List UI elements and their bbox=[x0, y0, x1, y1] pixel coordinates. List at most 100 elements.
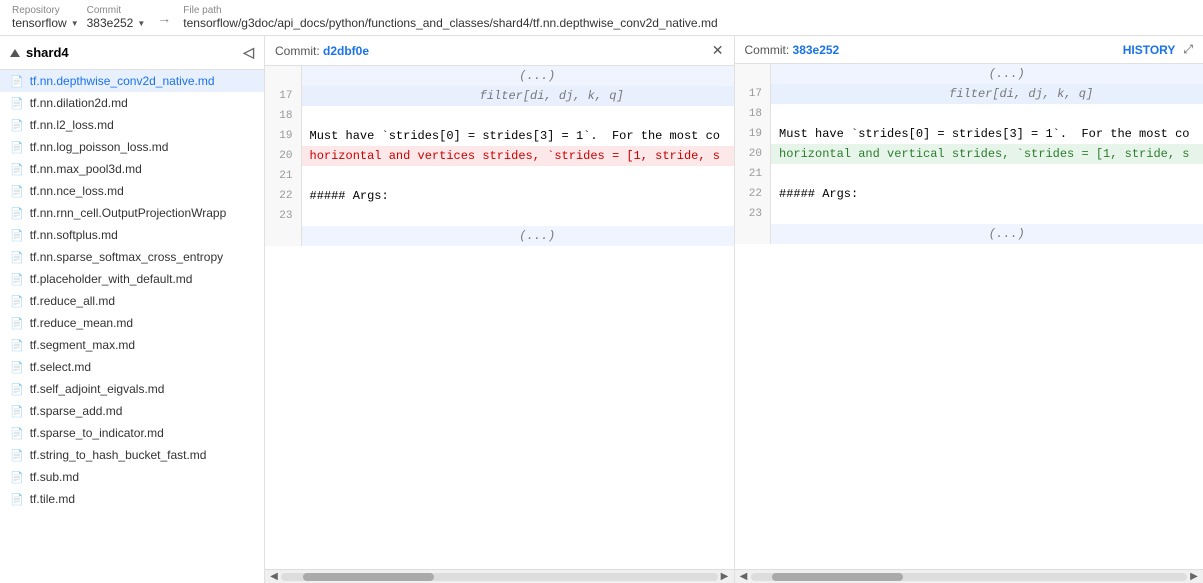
table-row: 17 filter[di, dj, k, q] bbox=[265, 86, 734, 106]
line-content: Must have `strides[0] = strides[3] = 1`.… bbox=[771, 124, 1203, 144]
right-diff-panel: Commit: 383e252 HISTORY ⤢ (...)17 filter… bbox=[735, 36, 1203, 583]
line-content bbox=[771, 204, 1203, 224]
breadcrumb-arrow: → bbox=[157, 10, 171, 26]
file-icon: 📄 bbox=[10, 141, 24, 154]
sidebar-item[interactable]: 📄tf.sub.md bbox=[0, 466, 264, 488]
sidebar-item-label: tf.nn.rnn_cell.OutputProjectionWrapp bbox=[30, 206, 227, 220]
right-code-table: (...)17 filter[di, dj, k, q]1819Must hav… bbox=[735, 64, 1203, 244]
sidebar-item-label: tf.nn.log_poisson_loss.md bbox=[30, 140, 169, 154]
sidebar-item-label: tf.nn.dilation2d.md bbox=[30, 96, 128, 110]
sidebar-item[interactable]: 📄tf.nn.dilation2d.md bbox=[0, 92, 264, 114]
line-number: 19 bbox=[265, 126, 301, 146]
sidebar-item[interactable]: 📄tf.reduce_all.md bbox=[0, 290, 264, 312]
line-number: 17 bbox=[265, 86, 301, 106]
left-scroll-left-arrow[interactable]: ◀ bbox=[267, 570, 281, 583]
line-content: (...) bbox=[301, 66, 734, 86]
line-number: 20 bbox=[265, 146, 301, 166]
sidebar-item[interactable]: 📄 tf.segment_max.md bbox=[0, 334, 264, 356]
line-number bbox=[265, 66, 301, 86]
table-row: (...) bbox=[265, 226, 734, 246]
file-icon: 📄 bbox=[10, 339, 24, 352]
file-icon: 📄 bbox=[10, 317, 24, 330]
line-number: 23 bbox=[265, 206, 301, 226]
line-content: (...) bbox=[771, 224, 1203, 244]
sidebar-item[interactable]: 📄tf.sparse_to_indicator.md bbox=[0, 422, 264, 444]
sidebar-item[interactable]: 📄tf.placeholder_with_default.md bbox=[0, 268, 264, 290]
sidebar-item[interactable]: 📄tf.string_to_hash_bucket_fast.md bbox=[0, 444, 264, 466]
sidebar-item-label: tf.nn.sparse_softmax_cross_entropy bbox=[30, 250, 223, 264]
right-scroll-right-arrow[interactable]: ▶ bbox=[1187, 570, 1201, 583]
sidebar-item[interactable]: 📄tf.select.md bbox=[0, 356, 264, 378]
file-icon: 📄 bbox=[10, 383, 24, 396]
sidebar-item[interactable]: 📄tf.nn.depthwise_conv2d_native.md bbox=[0, 70, 264, 92]
sidebar-item-label: tf.nn.softplus.md bbox=[30, 228, 118, 242]
table-row: 23 bbox=[265, 206, 734, 226]
sidebar-item[interactable]: 📄 tf.nn.softplus.md bbox=[0, 224, 264, 246]
sidebar-item[interactable]: 📄tf.tile.md bbox=[0, 488, 264, 510]
sidebar-item[interactable]: 📄 tf.nn.log_poisson_loss.md bbox=[0, 136, 264, 158]
up-arrow-icon bbox=[10, 49, 20, 57]
line-number: 22 bbox=[735, 184, 771, 204]
sidebar-item-label: tf.nn.max_pool3d.md bbox=[30, 162, 142, 176]
right-scroll-left-arrow[interactable]: ◀ bbox=[737, 570, 751, 583]
table-row: (...) bbox=[735, 224, 1203, 244]
table-row: 18 bbox=[735, 104, 1203, 124]
table-row: (...) bbox=[265, 66, 734, 86]
table-row: 21 bbox=[265, 166, 734, 186]
history-button[interactable]: HISTORY bbox=[1123, 43, 1176, 57]
file-icon: 📄 bbox=[10, 361, 24, 374]
file-icon: 📄 bbox=[10, 229, 24, 242]
sidebar-item[interactable]: 📄tf.nn.rnn_cell.OutputProjectionWrapp bbox=[0, 202, 264, 224]
table-row: 20horizontal and vertical strides, `stri… bbox=[735, 144, 1203, 164]
commit-value-container[interactable]: 383e252 ▼ bbox=[87, 16, 146, 30]
left-code-content[interactable]: (...)17 filter[di, dj, k, q]1819Must hav… bbox=[265, 66, 734, 569]
sidebar-item-label: tf.sparse_to_indicator.md bbox=[30, 426, 164, 440]
breadcrumb-bar: Repository tensorflow ▼ Commit 383e252 ▼… bbox=[0, 0, 1203, 36]
left-diff-panel: Commit: d2dbf0e ✕ (...)17 filter[di, dj,… bbox=[265, 36, 735, 583]
right-commit-hash: 383e252 bbox=[793, 43, 840, 57]
sidebar-item-label: tf.reduce_all.md bbox=[30, 294, 115, 308]
expand-icon[interactable]: ⤢ bbox=[1183, 42, 1193, 57]
line-number: 22 bbox=[265, 186, 301, 206]
left-scroll-right-arrow[interactable]: ▶ bbox=[718, 570, 732, 583]
sidebar-item[interactable]: 📄tf.nn.l2_loss.md bbox=[0, 114, 264, 136]
filepath-value-container: tensorflow/g3doc/api_docs/python/functio… bbox=[183, 16, 717, 30]
line-number: 19 bbox=[735, 124, 771, 144]
close-icon[interactable]: ✕ bbox=[712, 42, 724, 59]
sidebar-header: shard4 ◁ bbox=[0, 36, 264, 70]
line-number: 18 bbox=[265, 106, 301, 126]
left-code-table: (...)17 filter[di, dj, k, q]1819Must hav… bbox=[265, 66, 734, 246]
sidebar-item-label: tf.segment_max.md bbox=[30, 338, 135, 352]
line-content: (...) bbox=[301, 226, 734, 246]
left-commit-hash: d2dbf0e bbox=[323, 44, 369, 58]
sidebar-item[interactable]: 📄tf.nn.max_pool3d.md bbox=[0, 158, 264, 180]
right-code-content[interactable]: (...)17 filter[di, dj, k, q]1819Must hav… bbox=[735, 64, 1203, 569]
commit-section: Commit 383e252 ▼ bbox=[87, 5, 146, 30]
sidebar-title: shard4 bbox=[26, 45, 69, 60]
sidebar-collapse-icon[interactable]: ◁ bbox=[243, 44, 254, 61]
line-content: horizontal and vertices strides, `stride… bbox=[301, 146, 734, 166]
line-number bbox=[265, 226, 301, 246]
table-row: 18 bbox=[265, 106, 734, 126]
right-scrollbar[interactable]: ◀ ▶ bbox=[735, 569, 1203, 583]
line-content: ##### Args: bbox=[771, 184, 1203, 204]
sidebar-item-label: tf.nn.nce_loss.md bbox=[30, 184, 124, 198]
sidebar-item[interactable]: 📄tf.reduce_mean.md bbox=[0, 312, 264, 334]
line-content: Must have `strides[0] = strides[3] = 1`.… bbox=[301, 126, 734, 146]
right-scroll-track[interactable] bbox=[751, 573, 1188, 581]
sidebar-item[interactable]: 📄tf.nn.nce_loss.md bbox=[0, 180, 264, 202]
left-scroll-track[interactable] bbox=[281, 573, 718, 581]
table-row: 19Must have `strides[0] = strides[3] = 1… bbox=[735, 124, 1203, 144]
sidebar-list[interactable]: 📄tf.nn.depthwise_conv2d_native.md📄tf.nn.… bbox=[0, 70, 264, 583]
line-content: filter[di, dj, k, q] bbox=[771, 84, 1203, 104]
repo-value-container[interactable]: tensorflow ▼ bbox=[12, 16, 79, 30]
sidebar-header-left: shard4 bbox=[10, 45, 69, 60]
sidebar-item[interactable]: 📄tf.nn.sparse_softmax_cross_entropy bbox=[0, 246, 264, 268]
sidebar-item[interactable]: 📄tf.sparse_add.md bbox=[0, 400, 264, 422]
line-number: 23 bbox=[735, 204, 771, 224]
line-content bbox=[301, 106, 734, 126]
table-row: 23 bbox=[735, 204, 1203, 224]
sidebar-item[interactable]: 📄tf.self_adjoint_eigvals.md bbox=[0, 378, 264, 400]
left-scrollbar[interactable]: ◀ ▶ bbox=[265, 569, 734, 583]
repo-name: tensorflow bbox=[12, 16, 67, 30]
